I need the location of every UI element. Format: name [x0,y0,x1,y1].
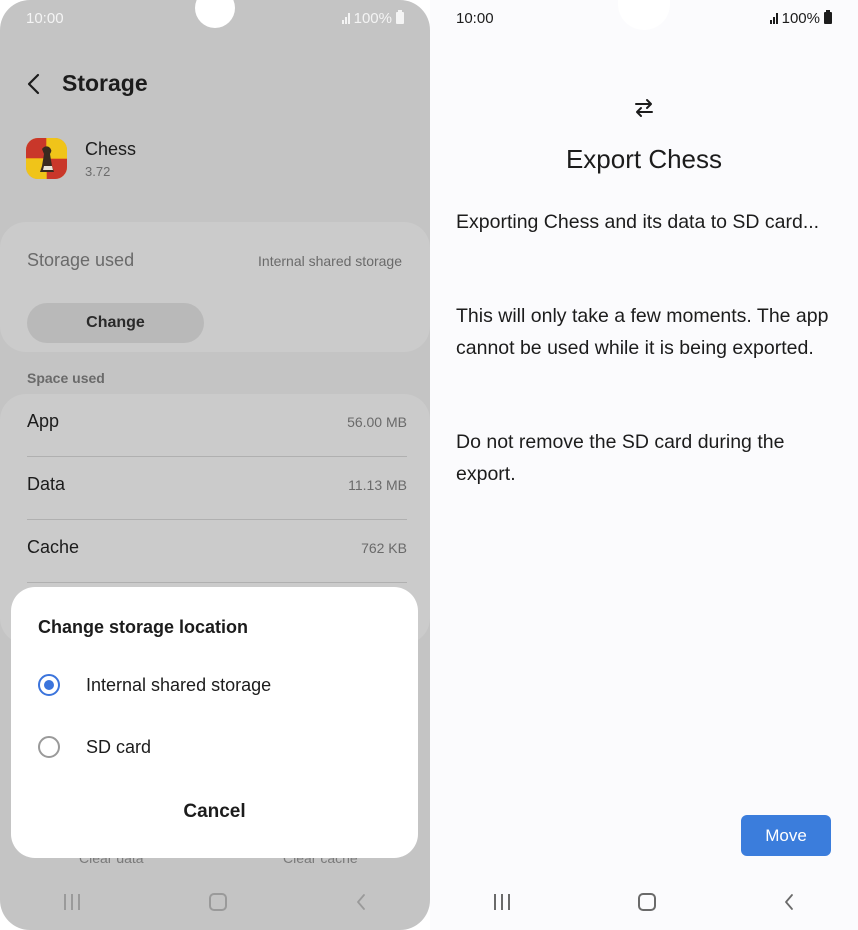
export-warning-text: Do not remove the SD card during the exp… [456,431,785,485]
option-internal-storage[interactable]: Internal shared storage [38,674,271,696]
nav-back-icon[interactable] [784,893,794,911]
nav-home-icon[interactable] [208,893,227,911]
storage-used-value: Internal shared storage [258,253,402,269]
navigation-bar [430,874,858,930]
chess-app-icon [26,138,67,179]
storage-used-label: Storage used [27,250,135,270]
battery-icon [824,10,832,24]
status-time: 10:00 [456,9,494,27]
move-button[interactable]: Move [741,815,831,856]
navigation-bar [0,874,430,930]
battery-icon [396,10,404,24]
export-info-text: This will only take a few moments. The a… [456,305,829,359]
app-bar: Storage [26,70,148,97]
space-row-cache: Cache 762 KB [27,537,407,557]
app-version: 3.72 [85,163,111,179]
battery-percent: 100% [353,9,392,27]
swap-arrows-icon [635,99,653,117]
space-used-label: Space used [27,370,105,386]
divider [27,519,407,520]
radio-unselected-icon[interactable] [38,736,60,758]
divider [27,582,407,583]
nav-home-icon[interactable] [638,893,656,911]
nav-back-icon[interactable] [356,893,366,911]
divider [27,456,407,457]
export-screen: 10:00 100% Export Chess Exporting Chess … [430,0,858,930]
export-title: Export Chess [565,144,723,174]
dialog-title: Change storage location [38,617,249,637]
space-row-data: Data 11.13 MB [27,474,407,494]
space-row-app: App 56.00 MB [27,411,407,431]
cancel-button[interactable]: Cancel [11,801,418,823]
status-time: 10:00 [26,9,64,27]
storage-screen: 10:00 100% Storage Chess 3.72 Storage us… [0,0,430,930]
nav-recents-icon[interactable] [494,894,510,910]
nav-recents-icon[interactable] [64,894,81,910]
back-chevron-icon[interactable] [26,72,42,96]
change-button[interactable]: Change [27,303,204,343]
status-bar: 10:00 100% [430,0,858,36]
export-progress-text: Exporting Chess and its data to SD card.… [456,211,820,233]
app-name: Chess [85,138,137,159]
option-sd-card[interactable]: SD card [38,736,151,758]
radio-selected-icon[interactable] [38,674,60,696]
battery-percent: 100% [781,9,820,27]
signal-icon [341,12,350,24]
signal-icon [769,12,778,24]
app-info: Chess 3.72 [26,138,136,179]
status-bar: 10:00 100% [0,0,430,36]
change-storage-dialog: Change storage location Internal shared … [11,587,418,858]
page-title: Storage [62,70,148,96]
